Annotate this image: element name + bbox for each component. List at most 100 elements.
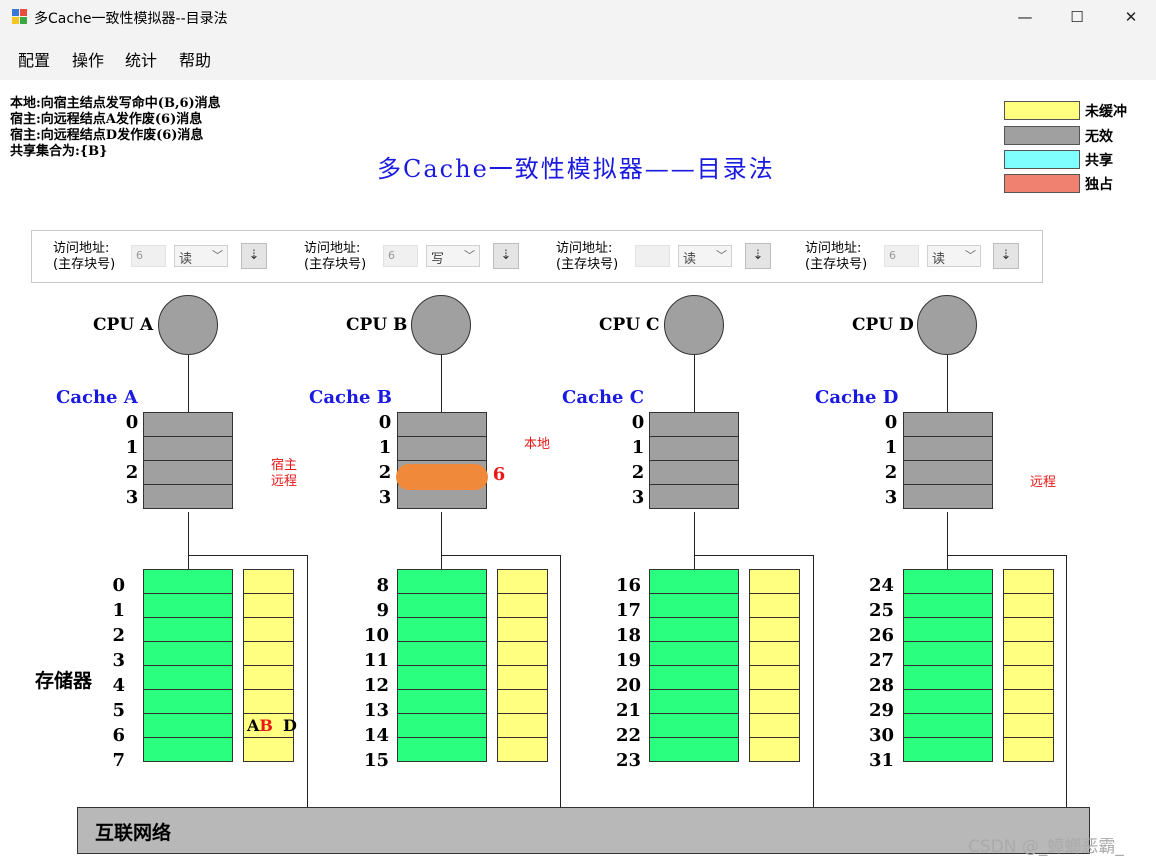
memory-line	[397, 593, 487, 618]
down-arrow-icon: ⇣	[1000, 248, 1012, 263]
directory-entry	[1003, 665, 1054, 690]
maximize-button[interactable]: ☐	[1054, 0, 1100, 34]
memory-line	[397, 569, 487, 594]
step-button-d[interactable]: ⇣	[993, 243, 1019, 269]
memory-line	[649, 617, 739, 642]
memory-index: 13	[363, 700, 389, 721]
cache-index: 0	[125, 412, 139, 433]
address-input-b[interactable]: 6	[383, 245, 418, 267]
sharer-b: B	[259, 716, 273, 735]
memory-index: 18	[615, 625, 641, 646]
cache-index: 0	[884, 412, 898, 433]
address-input-d[interactable]: 6	[884, 245, 919, 267]
memory-index: 2	[112, 625, 125, 646]
bus-line	[813, 555, 814, 807]
address-label: 访问地址:	[304, 241, 361, 256]
directory-entry	[1003, 689, 1054, 714]
interconnect-network: 互联网络	[77, 807, 1090, 854]
memory-line	[143, 665, 233, 690]
memory-index: 17	[615, 600, 641, 621]
memory-line	[903, 665, 993, 690]
directory-entry	[749, 713, 800, 738]
memory-index: 4	[112, 675, 125, 696]
title-bar: 多Cache一致性模拟器--目录法 — ☐ ✕	[0, 0, 1156, 36]
directory-entry	[1003, 617, 1054, 642]
menu-statistics[interactable]: 统计	[125, 47, 157, 71]
control-panel: 访问地址: (主存块号) 6 读 ﹀ ⇣ 访问地址: (主存块号) 6 写 ﹀ ⇣ …	[31, 230, 1043, 283]
cache-index: 1	[378, 437, 392, 458]
directory-entry	[1003, 713, 1054, 738]
chevron-down-icon: ﹀	[716, 249, 727, 262]
legend-label-uncached: 未缓冲	[1085, 104, 1127, 120]
step-button-a[interactable]: ⇣	[241, 243, 267, 269]
operation-select-d[interactable]: 读 ﹀	[927, 245, 981, 267]
directory-entry	[1003, 593, 1054, 618]
operation-select-c[interactable]: 读 ﹀	[678, 245, 732, 267]
memory-line	[143, 569, 233, 594]
redaction-scribble	[396, 464, 488, 490]
memory-index: 22	[615, 725, 641, 746]
directory-entry	[749, 617, 800, 642]
bus-line	[694, 512, 695, 569]
directory-entry	[749, 569, 800, 594]
operation-value: 读	[683, 252, 697, 267]
memory-index: 21	[615, 700, 641, 721]
cache-index: 2	[631, 462, 645, 483]
menu-operate[interactable]: 操作	[72, 47, 104, 71]
directory-entry	[243, 737, 294, 762]
bus-line	[188, 512, 189, 569]
directory-entry	[243, 617, 294, 642]
operation-select-a[interactable]: 读 ﹀	[174, 245, 228, 267]
bus-line	[1066, 555, 1067, 807]
cpu-b	[411, 295, 471, 355]
cache-index: 2	[125, 462, 139, 483]
window-title: 多Cache一致性模拟器--目录法	[34, 11, 228, 27]
cache-label-a: Cache A	[56, 387, 138, 408]
menu-help[interactable]: 帮助	[179, 47, 211, 71]
memory-block-c	[649, 569, 739, 769]
memory-index: 23	[615, 750, 641, 771]
legend-swatch-exclusive	[1004, 174, 1080, 193]
directory-entry	[749, 665, 800, 690]
cache-line	[397, 412, 487, 437]
memory-index: 8	[376, 575, 389, 596]
address-input-c[interactable]	[635, 245, 670, 267]
cpu-label-a: CPU A	[93, 315, 154, 335]
operation-select-b[interactable]: 写 ﹀	[426, 245, 480, 267]
memory-line	[649, 689, 739, 714]
menu-config[interactable]: 配置	[18, 47, 50, 71]
cache-line	[649, 412, 739, 437]
directory-entry	[749, 641, 800, 666]
bus-line	[694, 555, 813, 556]
close-button[interactable]: ✕	[1108, 0, 1154, 34]
directory-entry	[749, 689, 800, 714]
step-button-c[interactable]: ⇣	[745, 243, 771, 269]
cache-index: 1	[884, 437, 898, 458]
chevron-down-icon: ﹀	[965, 249, 976, 262]
address-sublabel: (主存块号)	[53, 257, 116, 272]
cache-index: 1	[125, 437, 139, 458]
cache-label-b: Cache B	[309, 387, 392, 408]
chevron-down-icon: ﹀	[212, 249, 223, 262]
step-button-b[interactable]: ⇣	[493, 243, 519, 269]
legend-swatch-shared	[1004, 150, 1080, 169]
memory-line	[397, 713, 487, 738]
directory-entry	[1003, 737, 1054, 762]
cache-block-c	[649, 412, 739, 512]
directory-entry	[243, 569, 294, 594]
network-label: 互联网络	[95, 822, 172, 844]
cache-line	[143, 484, 233, 509]
memory-index: 26	[868, 625, 894, 646]
cache-index: 3	[378, 487, 392, 508]
cache-line	[143, 460, 233, 485]
bus-line	[947, 355, 948, 412]
directory-entry	[1003, 641, 1054, 666]
cache-block-a	[143, 412, 233, 512]
directory-block-b	[497, 569, 548, 769]
address-label: 访问地址:	[53, 241, 110, 256]
cpu-label-b: CPU B	[346, 315, 408, 335]
memory-line	[143, 737, 233, 762]
address-input-a[interactable]: 6	[131, 245, 166, 267]
memory-index: 7	[112, 750, 125, 771]
minimize-button[interactable]: —	[1002, 0, 1048, 34]
